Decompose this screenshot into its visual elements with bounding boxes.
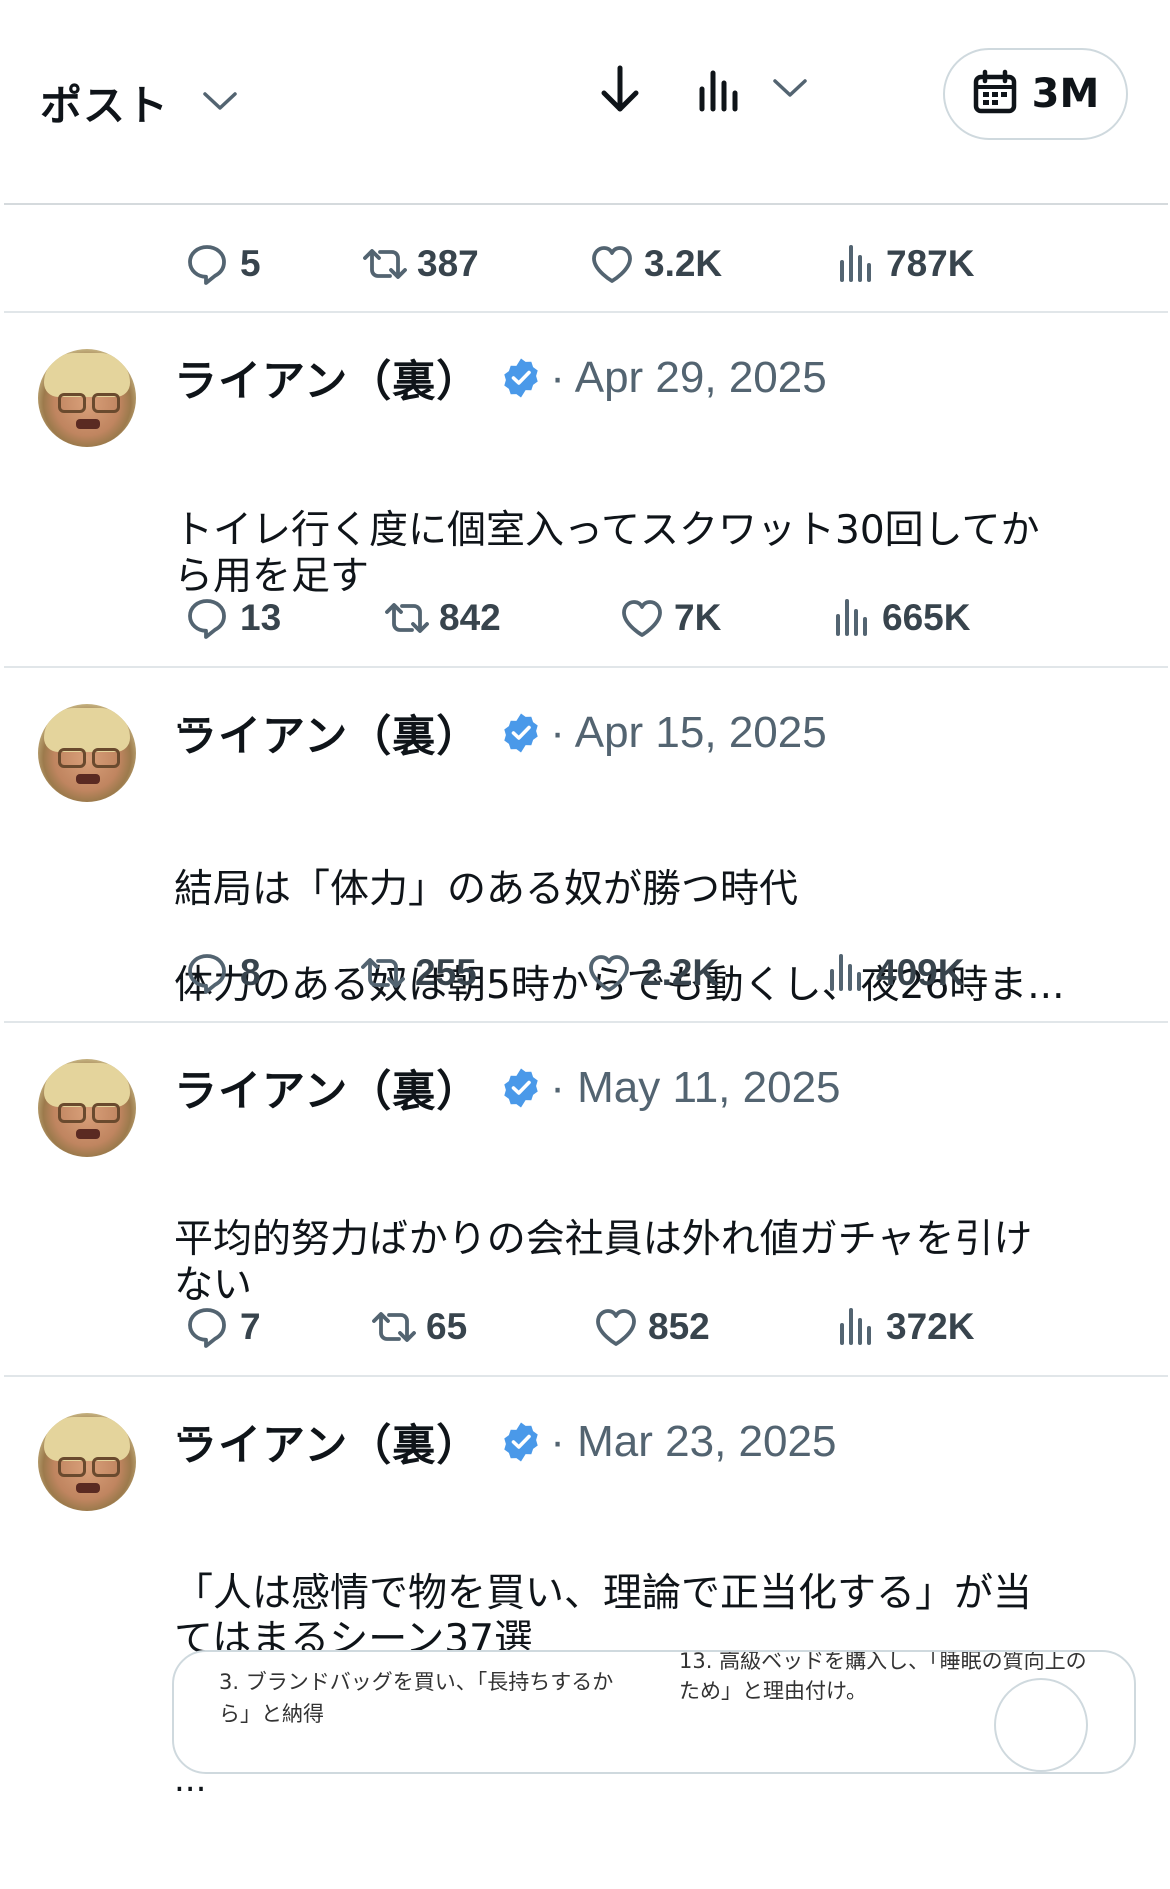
repost-button[interactable]: 65 [372,1297,467,1357]
views-count: 409K [876,952,965,993]
selector-label: ポスト [40,81,170,130]
views-count: 787K [886,243,975,284]
views-icon [840,245,871,282]
post-type-selector[interactable]: ポスト [40,72,237,133]
post-date[interactable]: · Apr 29, 2025 [550,353,826,403]
post-date[interactable]: · May 11, 2025 [550,1063,840,1113]
reply-icon [188,245,226,285]
post-image-card[interactable]: 3. ブランドバッグを買い、「長持ちするか ら」と納得 13. 高級ベッドを購入… [172,1650,1136,1774]
download-icon[interactable] [596,64,644,114]
post-metrics: 5 387 3.2K 787K [0,234,1170,294]
author-name[interactable]: ライアン（裏） [174,347,480,409]
card-text-left: 3. ブランドバッグを買い、「長持ちするか ら」と納得 [219,1670,614,1726]
verified-badge-icon [502,1067,540,1109]
post-header: ライアン（裏） · May 11, 2025 [174,1061,841,1117]
calendar-icon [972,69,1018,119]
chevron-down-icon [203,91,237,115]
repost-count: 255 [415,952,477,993]
repost-count: 842 [439,597,501,638]
views-count: 372K [886,1306,975,1347]
reply-button[interactable]: 13 [186,588,281,648]
repost-icon [363,249,407,279]
reply-button[interactable]: 8 [186,943,261,1003]
like-button[interactable]: 2.2K [587,943,719,1003]
reply-button[interactable]: 7 [186,1297,261,1357]
author-name[interactable]: ライアン（裏） [174,1411,480,1473]
reply-count: 13 [240,597,282,638]
like-button[interactable]: 852 [594,1297,710,1357]
card-overlay-button[interactable] [994,1678,1088,1772]
like-count: 2.2K [641,952,720,993]
reply-count: 8 [240,952,261,993]
divider [4,203,1168,205]
post-date[interactable]: · Apr 15, 2025 [550,708,826,758]
views-button[interactable]: 665K [832,588,970,648]
avatar[interactable] [38,349,136,447]
views-icon [836,599,867,636]
avatar[interactable] [38,704,136,802]
post-header: ライアン（裏） · Mar 23, 2025 [174,1415,836,1471]
chevron-down-icon[interactable] [770,76,810,100]
verified-badge-icon [502,357,540,399]
avatar[interactable] [38,1413,136,1511]
views-icon [840,1308,871,1345]
repost-icon [361,958,405,988]
post-header: ライアン（裏） · Apr 29, 2025 [174,351,827,407]
reply-button[interactable]: 5 [186,234,261,294]
like-count: 852 [648,1306,710,1347]
post-text: トイレ行く度に個室入ってスクワット30回してか ら用を足す [174,508,1040,599]
views-count: 665K [882,597,971,638]
like-icon [596,1309,636,1346]
verified-badge-icon [502,712,540,754]
repost-button[interactable]: 255 [361,943,477,1003]
views-button[interactable]: 372K [836,1297,974,1357]
repost-button[interactable]: 387 [363,234,479,294]
post[interactable]: ライアン（裏） · May 11, 2025 平均的努力ばかりの会社員は外れ値ガ… [0,1021,1170,1443]
reply-icon [188,599,226,639]
reply-count: 5 [240,243,261,284]
top-toolbar: ポスト 3M [0,0,1170,190]
post-metrics: 7 65 852 372K [0,1297,1170,1357]
post[interactable]: ライアン（裏） · Apr 15, 2025 結局は「体力」のある奴が勝つ時代 … [0,666,1170,1021]
author-name[interactable]: ライアン（裏） [174,702,480,764]
date-range-label: 3M [1031,71,1100,117]
views-button[interactable]: 409K [826,943,964,1003]
repost-button[interactable]: 842 [385,588,501,648]
reply-icon [188,1308,226,1348]
like-button[interactable]: 3.2K [590,234,722,294]
post-date[interactable]: · Mar 23, 2025 [550,1417,836,1467]
post-metrics: 13 842 7K 665K [0,588,1170,648]
reply-icon [188,954,226,994]
reply-count: 7 [240,1306,261,1347]
verified-badge-icon [502,1421,540,1463]
views-button[interactable]: 787K [836,234,974,294]
repost-icon [385,603,429,633]
like-icon [589,955,629,992]
repost-count: 387 [417,243,479,284]
like-count: 7K [674,597,722,638]
like-count: 3.2K [644,243,723,284]
avatar[interactable] [38,1059,136,1157]
repost-count: 65 [426,1306,468,1347]
repost-icon [372,1312,416,1342]
post-metrics: 8 255 2.2K 409K [0,943,1170,1003]
post[interactable]: ライアン（裏） · Apr 29, 2025 トイレ行く度に個室入ってスクワット… [0,311,1170,734]
post-text: 平均的努力ばかりの会社員は外れ値ガチャを引け ない [174,1217,1033,1308]
like-icon [592,246,632,283]
date-range-button[interactable]: 3M [943,48,1128,140]
post-header: ライアン（裏） · Apr 15, 2025 [174,706,827,762]
like-button[interactable]: 7K [620,588,721,648]
author-name[interactable]: ライアン（裏） [174,1057,480,1119]
analytics-icon[interactable] [694,68,742,114]
views-icon [830,954,861,991]
like-icon [622,600,662,637]
